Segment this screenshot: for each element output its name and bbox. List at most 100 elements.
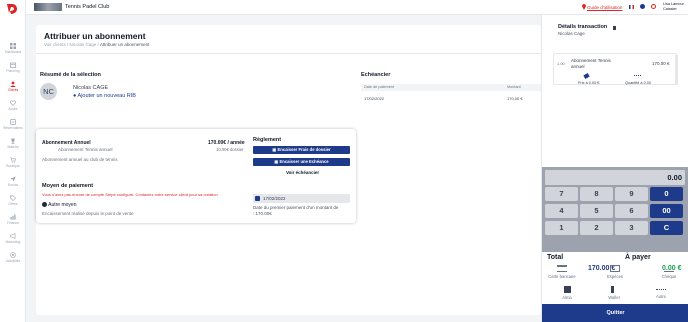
sidebar-item-offres[interactable]: Offres [0, 195, 26, 206]
users-icon [10, 81, 16, 87]
line-price: 170.00 € [652, 61, 670, 66]
sidebar-item-label: Offres [8, 202, 18, 206]
trophy-icon [11, 138, 15, 144]
line-name: Abonnement Tennis [571, 58, 611, 63]
key-00[interactable]: 00 [650, 204, 683, 218]
tag-icon [10, 195, 16, 201]
collect-installment-button[interactable]: ▣ Encaisser une Echéance [253, 158, 350, 166]
heart-icon [10, 100, 16, 106]
key-7[interactable]: 7 [545, 187, 578, 201]
sidebar-item-label: Actualités [5, 259, 21, 263]
sidebar-item-label: Accès [8, 107, 18, 111]
key-0[interactable]: 0 [650, 187, 683, 201]
french-flag-icon[interactable] [629, 5, 634, 9]
quantity-label[interactable]: Quantité à 0.00 [625, 81, 651, 85]
key-6[interactable]: 6 [615, 204, 648, 218]
finance-icon [10, 214, 16, 220]
news-icon [10, 252, 16, 258]
client-name: Nicolas CAGE [73, 85, 109, 91]
pay-method-wallet[interactable]: Wallet [594, 286, 634, 300]
pay-method-other[interactable]: Autre [641, 286, 681, 299]
sidebar-item-clients[interactable]: Clients [0, 81, 26, 92]
collect-installment-label: Encaisser une Echéance [279, 159, 329, 164]
breadcrumb-clients[interactable]: Voir clients [44, 42, 66, 47]
add-rib-label: Ajouter un nouveau RIB [77, 93, 136, 99]
first-payment-note: Date du premier paiement d'un montant de [253, 205, 339, 210]
booking-icon [10, 119, 16, 125]
sidebar-item-marketing[interactable]: Marketing [0, 233, 26, 244]
key-3[interactable]: 3 [615, 221, 648, 235]
subscription-title: Abonnement Annuel [42, 140, 91, 146]
sidebar-item-boutique[interactable]: Boutique [0, 157, 26, 168]
sidebar-item-label: Finance [6, 221, 20, 225]
app-logo-icon[interactable] [6, 3, 18, 15]
key-1[interactable]: 1 [545, 221, 578, 235]
pay-method-label: Alma [562, 295, 572, 300]
trash-icon[interactable] [613, 26, 616, 30]
schedule-row-date: 17/02/2022 [364, 96, 385, 101]
sidebar: Dashboard Planning Clients Accès Réserva… [0, 0, 26, 322]
user-role: Caissier [663, 7, 677, 11]
pay-method-cash[interactable]: Espèces [595, 265, 635, 279]
subscription-price: 170.00€ / année [208, 140, 245, 146]
schedule-row-amount: 170.00 € [507, 96, 523, 101]
to-pay-label: À payer [625, 254, 651, 261]
key-9[interactable]: 9 [615, 187, 648, 201]
more-icon [656, 289, 666, 292]
subscription-subtitle: Abonnement Tennis annuel [58, 147, 113, 152]
sidebar-item-matchs[interactable]: Matchs [0, 138, 26, 149]
key-clear[interactable]: C [650, 221, 683, 235]
subscription-description: Abonnement annuel au club de tennis [42, 157, 118, 162]
view-schedule-link[interactable]: Voir échéancier [286, 170, 319, 175]
quit-button[interactable]: Quitter [542, 304, 688, 322]
date-value: 17/02/2022 [263, 196, 286, 201]
line-name-2: annuel [571, 64, 585, 69]
sidebar-item-label: Clients [7, 88, 19, 92]
sidebar-item-dashboard[interactable]: Dashboard [0, 43, 26, 54]
breadcrumb-client[interactable]: Nicolas Cage [70, 42, 97, 47]
settings-icon[interactable] [640, 4, 645, 9]
power-icon[interactable] [651, 4, 656, 9]
pay-method-cheque[interactable]: Chèque [649, 265, 688, 279]
alma-icon [563, 286, 571, 293]
club-thumbnail [34, 3, 62, 11]
megaphone-icon [10, 233, 16, 239]
add-rib-link[interactable]: ● Ajouter un nouveau RIB [73, 93, 136, 99]
grid-icon [10, 43, 16, 49]
date-input[interactable]: 17/02/2022 [253, 194, 350, 203]
sidebar-item-envois[interactable]: Envois [0, 176, 26, 187]
key-2[interactable]: 2 [580, 221, 613, 235]
collect-fees-button[interactable]: ▣ Encaisser Frais de dossier [253, 146, 350, 154]
pay-method-label: Wallet [608, 295, 620, 300]
scrollbar[interactable] [675, 55, 678, 85]
unit-price-label[interactable]: Prix à 0.00 € [578, 81, 599, 85]
price-tag-icon[interactable] [583, 73, 590, 79]
sidebar-item-acces[interactable]: Accès [0, 100, 26, 111]
pay-method-alma[interactable]: Alma [547, 286, 587, 300]
settlement-title: Règlement [253, 137, 282, 143]
key-5[interactable]: 5 [580, 204, 613, 218]
key-4[interactable]: 4 [545, 204, 578, 218]
key-8[interactable]: 8 [580, 187, 613, 201]
avatar: NC [40, 83, 57, 100]
cart-icon [10, 157, 16, 163]
sidebar-item-planning[interactable]: Planning [0, 62, 26, 73]
sidebar-item-reservations[interactable]: Réservations [0, 119, 26, 130]
cheque-icon [664, 265, 674, 272]
quantity-icon[interactable] [634, 75, 641, 78]
location-pin-icon [582, 4, 586, 10]
keypad-display: 0.00 [545, 170, 685, 185]
collect-fees-label: Encaisser Frais de dossier [277, 147, 331, 152]
sidebar-item-finance[interactable]: Finance [0, 214, 26, 225]
summary-title: Résumé de la sélection [40, 72, 101, 78]
col-amount: Montant [507, 85, 521, 89]
schedule-title: Echéancier [361, 72, 391, 78]
sidebar-item-actualites[interactable]: Actualités [0, 252, 26, 263]
pay-method-card[interactable]: Carte bancaire [542, 265, 582, 279]
cart-line-item[interactable]: 1.00 Abonnement Tennis annuel 170.00 € P… [553, 53, 677, 85]
breadcrumb-current: Attribuer un abonnement [99, 42, 150, 47]
user-menu[interactable]: Lisa Lamour Caissier [663, 2, 684, 12]
sidebar-item-label: Planning [6, 69, 20, 73]
other-means-radio[interactable]: Autre moyen [42, 202, 76, 208]
guide-link[interactable]: Guide d'utilisation [587, 5, 622, 10]
